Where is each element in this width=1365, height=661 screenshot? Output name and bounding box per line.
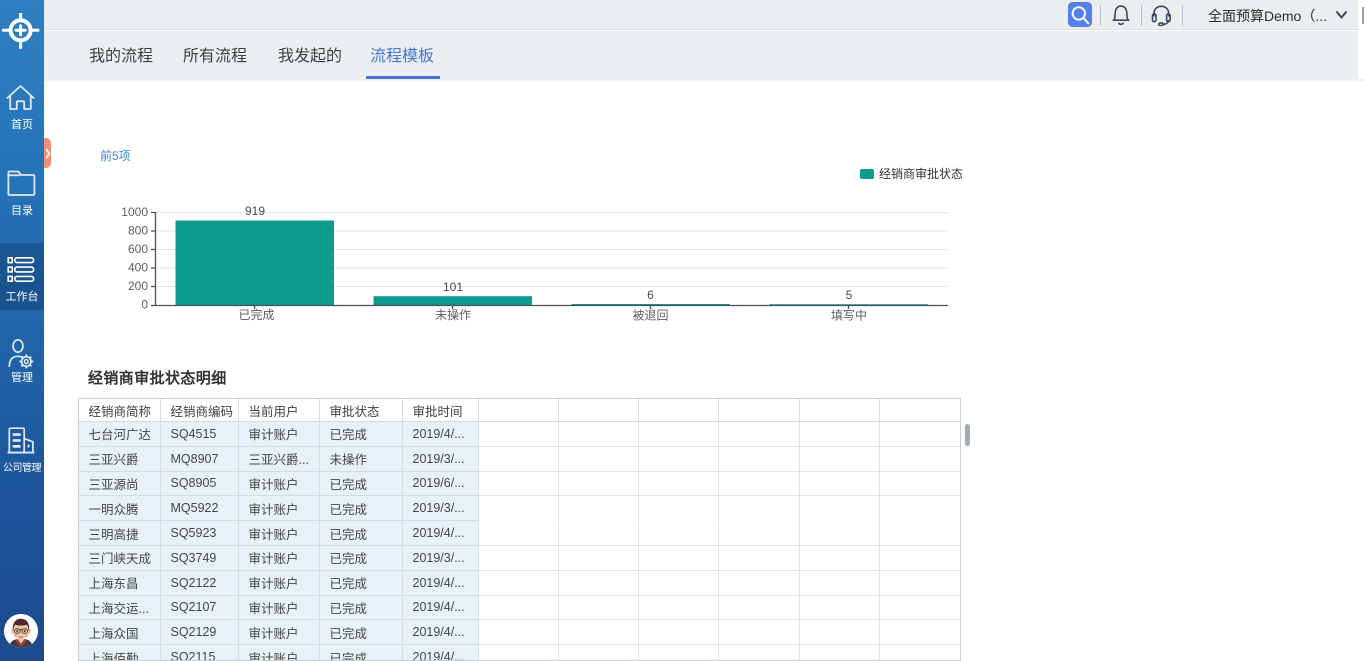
svg-text:已完成: 已完成 xyxy=(238,307,274,322)
svg-text:101: 101 xyxy=(443,280,463,294)
svg-text:800: 800 xyxy=(128,224,148,238)
svg-text:未操作: 未操作 xyxy=(435,307,471,322)
svg-text:919: 919 xyxy=(245,204,265,218)
svg-text:600: 600 xyxy=(128,242,148,256)
svg-text:5: 5 xyxy=(846,288,853,302)
svg-text:被退回: 被退回 xyxy=(632,309,668,323)
svg-text:6: 6 xyxy=(647,288,654,302)
svg-text:400: 400 xyxy=(128,261,148,275)
svg-text:0: 0 xyxy=(141,298,148,312)
svg-text:200: 200 xyxy=(128,279,148,293)
svg-text:1000: 1000 xyxy=(121,205,148,219)
svg-text:填写中: 填写中 xyxy=(831,308,867,323)
